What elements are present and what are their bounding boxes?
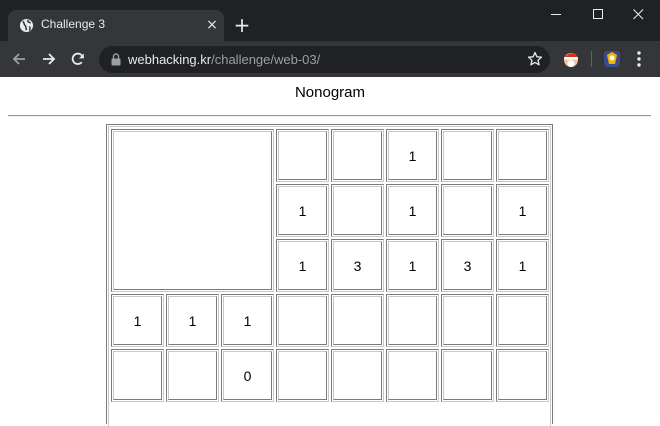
clue-number: 1: [408, 203, 417, 219]
minimize-icon: [551, 14, 561, 15]
close-window-button[interactable]: [620, 0, 656, 28]
arrow-left-icon: [12, 53, 25, 65]
clue-number: 1: [298, 203, 307, 219]
grid-cell[interactable]: [276, 349, 329, 402]
row-clue-cell: 1: [221, 294, 274, 347]
grid-cell[interactable]: [331, 349, 384, 402]
nonogram-board: 1 1 1 1 1 3 1 3 1 1 1 1 0: [106, 124, 553, 426]
toolbar-divider: [591, 51, 592, 67]
kebab-menu-icon[interactable]: [634, 50, 644, 68]
column-clue-cell: [331, 184, 384, 237]
globe-icon: [19, 18, 34, 33]
clue-number: 0: [243, 368, 252, 384]
maximize-button[interactable]: [580, 0, 616, 28]
bookmark-star-icon[interactable]: [527, 51, 543, 67]
row-clue-cell: [166, 349, 219, 402]
row-clue-cell: 1: [111, 294, 164, 347]
column-clue-cell: 3: [441, 239, 494, 292]
address-bar[interactable]: webhacking.kr/challenge/web-03/: [99, 46, 550, 73]
grid-cell[interactable]: [441, 349, 494, 402]
url-text: webhacking.kr/challenge/web-03/: [128, 52, 320, 67]
column-clue-cell: [276, 129, 329, 182]
url-host: webhacking.kr: [128, 52, 212, 67]
close-window-icon: [633, 9, 644, 20]
clue-number: 1: [133, 313, 142, 329]
clue-number: 3: [353, 258, 362, 274]
row-clue-cell: 0: [221, 349, 274, 402]
page-title: Nonogram: [294, 84, 366, 101]
reload-icon: [71, 52, 84, 65]
clue-number: 1: [518, 258, 527, 274]
grid-cell[interactable]: [386, 349, 439, 402]
clue-number: 1: [188, 313, 197, 329]
column-clue-cell: 1: [276, 239, 329, 292]
clue-number: 1: [298, 258, 307, 274]
row-clue-cell: [111, 349, 164, 402]
maximize-icon: [593, 9, 603, 19]
horizontal-rule: [8, 115, 651, 117]
column-clue-cell: 1: [386, 239, 439, 292]
clue-number: 1: [518, 203, 527, 219]
clue-number: 1: [243, 313, 252, 329]
grid-cell[interactable]: [496, 294, 549, 347]
browser-toolbar: webhacking.kr/challenge/web-03/: [0, 41, 660, 77]
grid-cell[interactable]: [386, 294, 439, 347]
column-clue-cell: 3: [331, 239, 384, 292]
column-clue-cell: [496, 129, 549, 182]
clue-number: 1: [408, 258, 417, 274]
nonogram-grid: 1 1 1 1 1 3 1 3 1 1 1 1 0: [108, 126, 551, 426]
tab-title: Challenge 3: [41, 17, 106, 31]
clue-number: 3: [463, 258, 472, 274]
grid-cell[interactable]: [276, 294, 329, 347]
browser-tab[interactable]: Challenge 3 ×: [8, 10, 224, 41]
extension-santa-icon[interactable]: [562, 50, 580, 68]
column-clue-cell: [441, 184, 494, 237]
browser-titlebar: Challenge 3 × +: [0, 0, 660, 41]
row-clue-cell: 1: [166, 294, 219, 347]
reload-button[interactable]: [66, 47, 90, 71]
clue-number: 1: [408, 148, 417, 164]
back-button[interactable]: [7, 47, 31, 71]
nonogram-corner: [111, 129, 274, 292]
column-clue-cell: 1: [496, 184, 549, 237]
grid-cell[interactable]: [441, 294, 494, 347]
lock-icon: [111, 53, 121, 66]
column-clue-cell: 1: [386, 129, 439, 182]
forward-button[interactable]: [37, 47, 61, 71]
column-clue-cell: 1: [386, 184, 439, 237]
extension-avatar-icon[interactable]: [602, 49, 622, 69]
column-clue-cell: 1: [496, 239, 549, 292]
column-clue-cell: 1: [276, 184, 329, 237]
minimize-button[interactable]: [538, 0, 574, 28]
page-content: Nonogram 1 1 1 1 1 3 1 3 1 1 1 1 0: [0, 77, 660, 426]
close-tab-icon[interactable]: ×: [203, 16, 221, 34]
url-path: /challenge/web-03/: [211, 52, 321, 67]
column-clue-cell: [331, 129, 384, 182]
column-clue-cell: [441, 129, 494, 182]
grid-cell[interactable]: [496, 349, 549, 402]
new-tab-button[interactable]: +: [231, 14, 253, 36]
grid-cell[interactable]: [331, 294, 384, 347]
arrow-right-icon: [43, 53, 56, 65]
